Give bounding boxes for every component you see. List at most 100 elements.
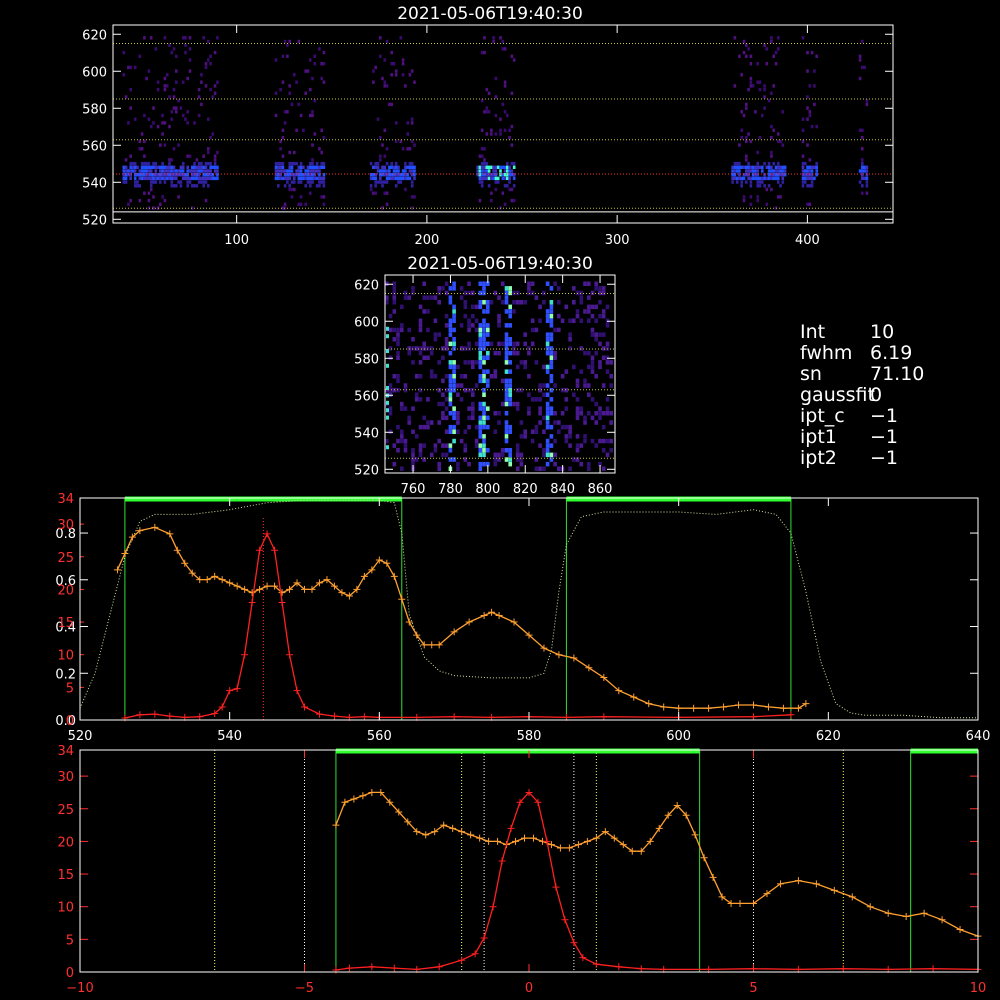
zoom-pixel [594, 304, 598, 310]
zoom-pixel [486, 415, 490, 421]
zoom-pixel [534, 295, 539, 300]
spectrogram-pixel [745, 154, 748, 158]
spectrogram-pixel [408, 176, 412, 181]
zoom-pixel [388, 327, 393, 333]
zoom-pixel [474, 341, 479, 347]
zoom-pixel [549, 374, 554, 379]
zoom-pixel [482, 332, 486, 337]
zoom-pixel [504, 401, 509, 407]
spectrogram-pixel [175, 176, 178, 181]
spectrogram-pixel [494, 76, 498, 81]
zoom-pixel [493, 411, 498, 416]
spectrogram-pixel [136, 184, 139, 188]
zoom-pixel [504, 420, 509, 425]
velocity-orange-point [830, 886, 838, 894]
zoom-pixel [549, 323, 554, 328]
spectrogram-pixel [761, 169, 764, 173]
spectrogram-pixel [286, 180, 289, 184]
zoom-pixel [553, 350, 557, 356]
zoom-pixel [392, 286, 397, 291]
zoom-pixel [386, 415, 389, 420]
spectrogram-pixel [172, 184, 176, 188]
zoom-pixel [414, 346, 419, 351]
spectrogram-pixel [200, 73, 203, 77]
zoom-pixel [601, 383, 606, 388]
zoom-pixel [542, 364, 546, 370]
spectrum-orange-point [794, 704, 802, 712]
spectrogram-pixel [485, 132, 489, 136]
x-tick-label: −10 [66, 981, 93, 996]
spectrogram-pixel [207, 184, 210, 188]
spectrogram-pixel [499, 117, 502, 121]
zoom-pixel [482, 374, 486, 379]
spectrogram-pixel [806, 69, 809, 73]
spectrogram-pixel [140, 132, 144, 136]
zoom-pixel [459, 286, 464, 291]
zoom-pixel [444, 452, 449, 458]
zoom-pixel [426, 295, 430, 300]
zoom-pixel [448, 397, 453, 402]
x-tick-label: 800 [475, 482, 500, 497]
spectrogram-pixel [751, 169, 755, 173]
spectrogram-pixel [810, 184, 814, 188]
spectrogram-pixel [781, 169, 785, 173]
panel-title-zoom: 2021-05-06T19:40:30 [407, 254, 593, 274]
spectrogram-pixel [297, 165, 301, 169]
spectrogram-pixel [740, 180, 743, 184]
zoom-pixel [557, 286, 561, 291]
zoom-pixel [433, 443, 438, 448]
spectrogram-pixel [124, 95, 128, 99]
zoom-pixel [411, 452, 415, 458]
spectrogram-pixel [124, 176, 128, 181]
spectrogram-pixel [770, 169, 773, 173]
zoom-pixel [545, 411, 550, 416]
spectrogram-pixel [376, 165, 380, 169]
spectrogram-pixel [374, 184, 377, 188]
spectrogram-pixel [193, 169, 196, 173]
zoom-pixel [486, 448, 490, 453]
zoom-pixel [572, 392, 576, 397]
zoom-pixel [396, 350, 400, 356]
zoom-pixel [579, 461, 584, 467]
zoom-pixel [545, 313, 550, 319]
zoom-pixel [418, 304, 423, 310]
zoom-pixel [549, 313, 554, 319]
info-value: 6.19 [870, 342, 913, 364]
spectrogram-pixel [379, 158, 382, 162]
zoom-pixel [478, 281, 483, 286]
spectrogram-pixel [492, 176, 495, 181]
zoom-pixel [523, 364, 527, 370]
spectrogram-pixel [810, 50, 814, 55]
velocity-red-point [552, 883, 560, 891]
zoom-pixel [388, 392, 393, 397]
zoom-pixel [467, 323, 471, 328]
zoom-pixel [549, 286, 554, 291]
zoom-pixel [508, 369, 512, 374]
zoom-pixel [549, 337, 554, 342]
zoom-pixel [486, 355, 490, 360]
spectrogram-pixel [765, 62, 769, 66]
spectrogram-pixel [315, 169, 319, 173]
spectrogram-pixel [858, 54, 862, 58]
zoom-pixel [396, 448, 400, 453]
spectrogram-pixel [494, 187, 498, 192]
spectrogram-pixel [390, 176, 393, 181]
x-tick-label: 820 [513, 482, 538, 497]
zoom-pixel [478, 424, 483, 430]
spectrum-orange-point [113, 566, 121, 574]
zoom-pixel [508, 401, 512, 407]
zoom-pixel [418, 323, 423, 328]
spectrogram-pixel [494, 95, 498, 99]
spectrogram-pixel [758, 184, 762, 188]
zoom-pixel [527, 346, 531, 351]
spectrogram-pixel [204, 165, 208, 169]
zoom-pixel [590, 332, 595, 337]
spectrogram-pixel [756, 169, 759, 173]
spectrogram-pixel [770, 176, 773, 181]
spectrogram-pixel [313, 62, 317, 66]
spectrogram-pixel [383, 165, 387, 169]
zoom-pixel [583, 434, 587, 439]
y-tick-label: 520 [82, 213, 107, 228]
zoom-pixel [482, 461, 486, 467]
spectrogram-pixel [200, 180, 203, 184]
